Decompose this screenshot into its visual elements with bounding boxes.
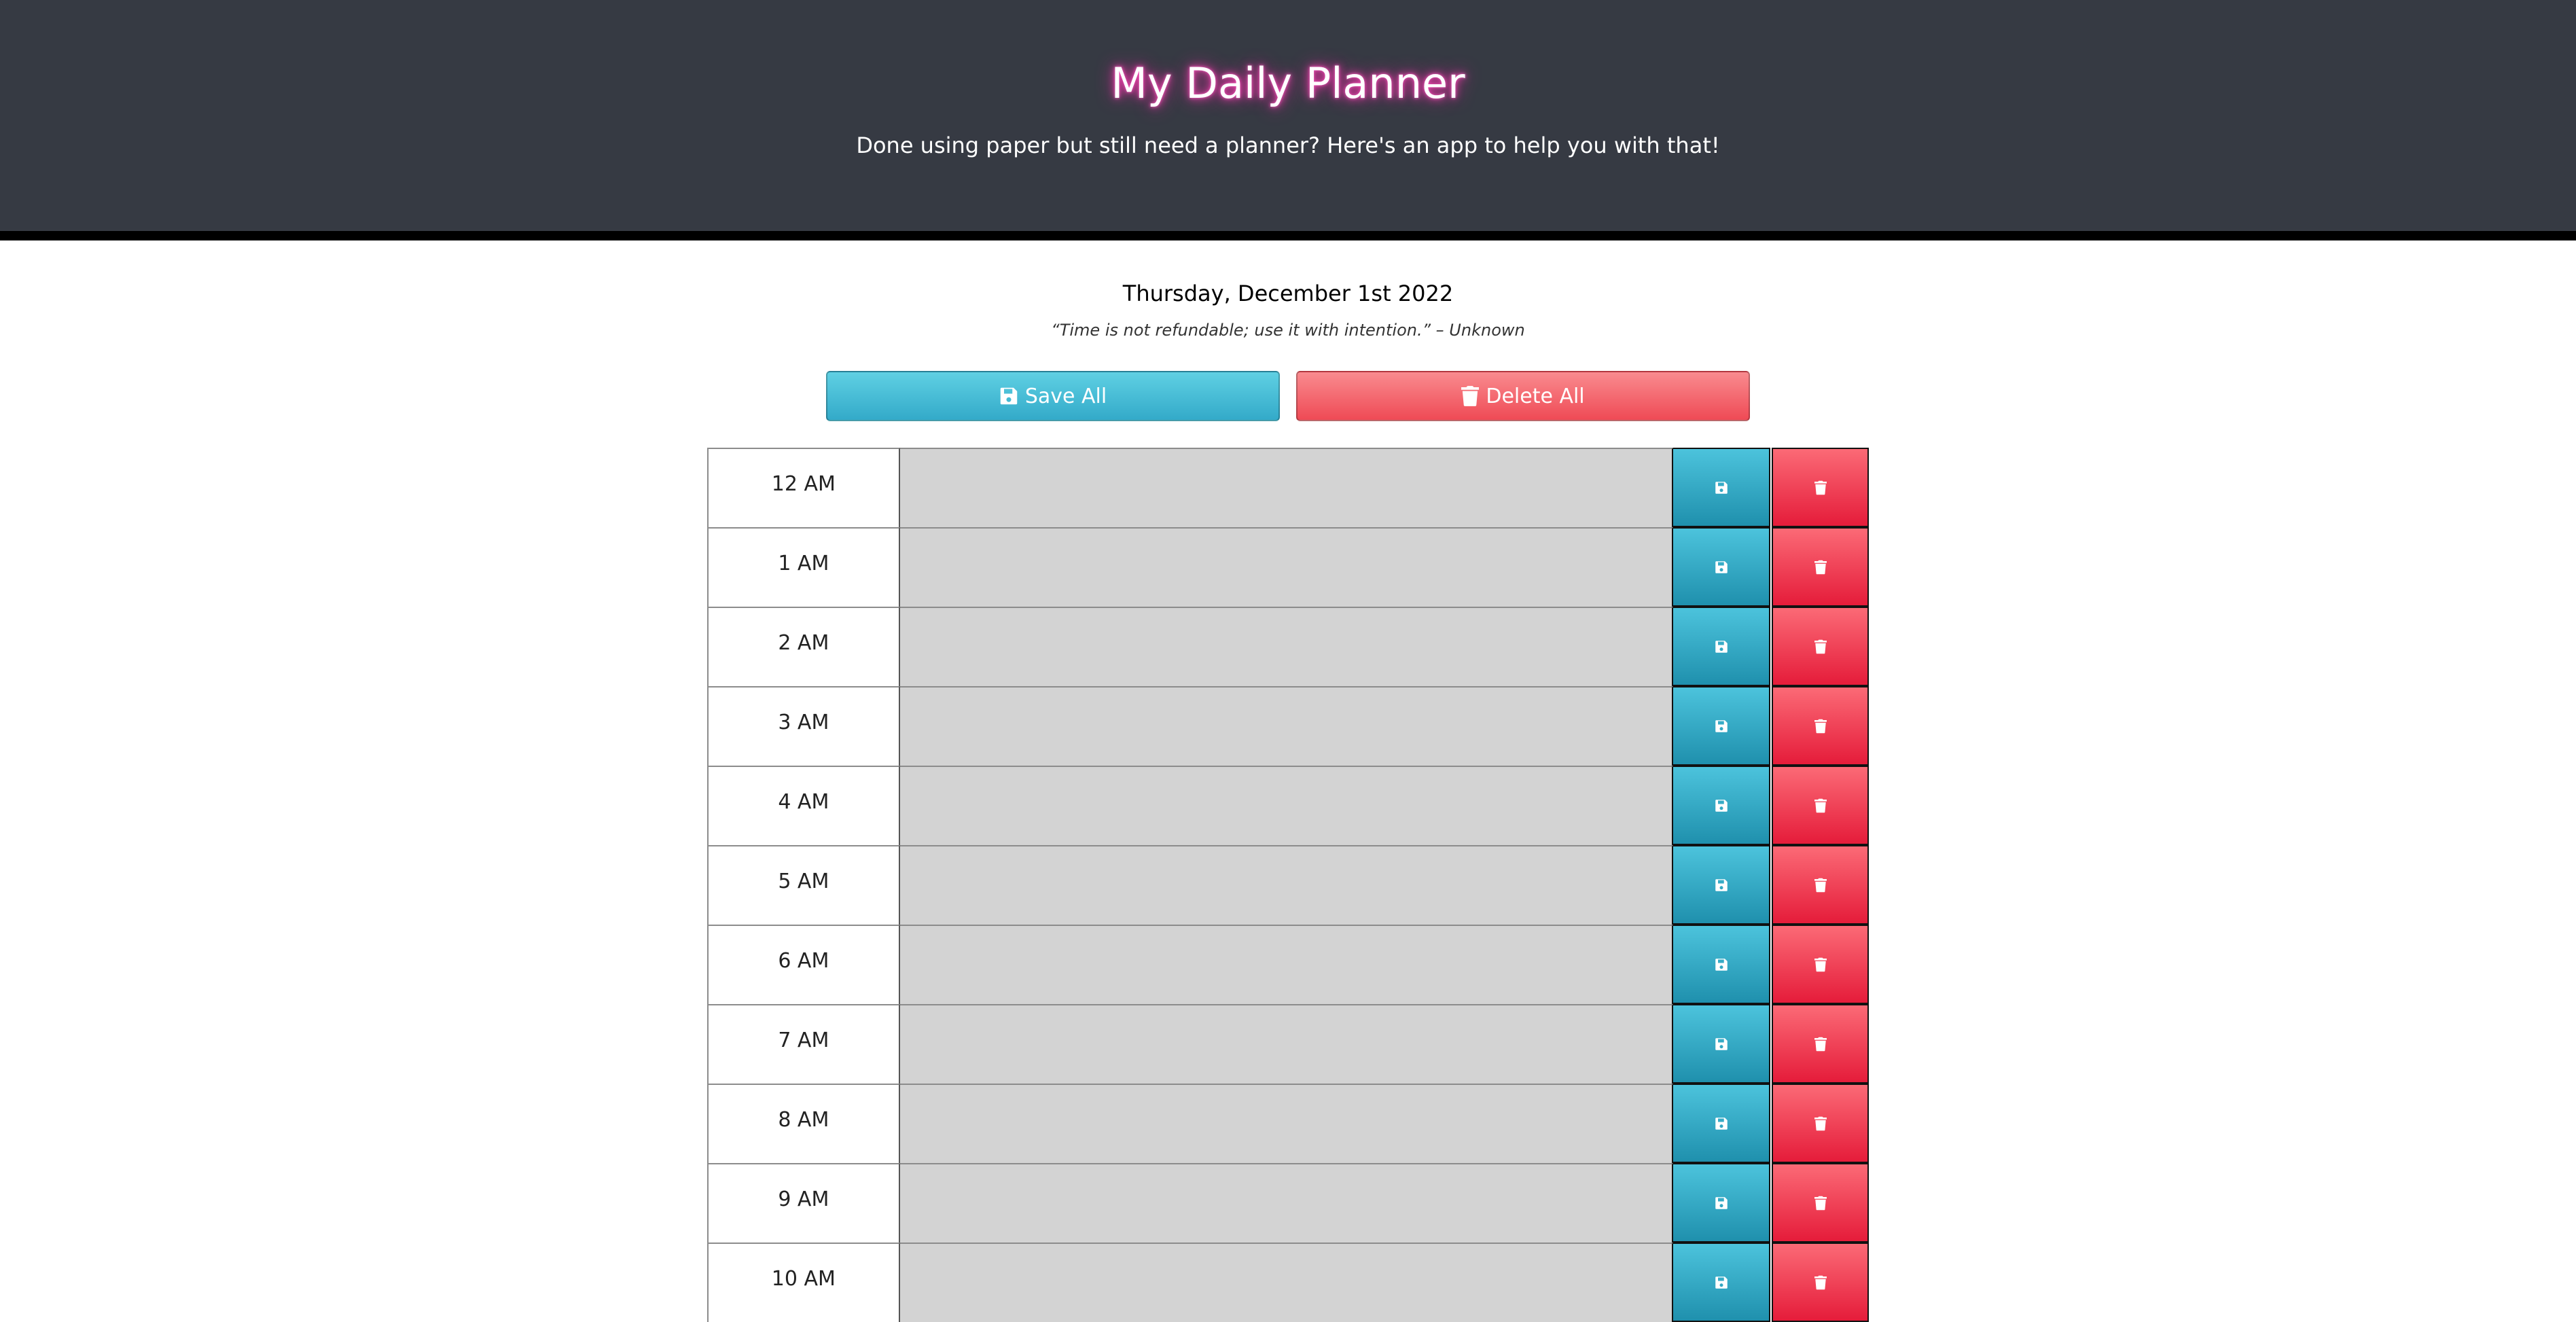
hour-label: 2 AM [707, 607, 900, 686]
hour-label: 7 AM [707, 1004, 900, 1084]
floppy-disk-icon [1715, 1276, 1728, 1289]
task-textarea[interactable] [899, 1243, 1674, 1322]
save-all-label: Save All [1024, 384, 1107, 408]
task-textarea[interactable] [899, 686, 1674, 766]
delete-row-button[interactable] [1772, 766, 1869, 845]
hour-label: 3 AM [707, 686, 900, 766]
trash-icon [1814, 1275, 1827, 1290]
current-date: Thursday, December 1st 2022 [1122, 281, 1454, 306]
hour-row: 5 AM [707, 845, 1869, 925]
task-textarea[interactable] [899, 527, 1674, 607]
delete-row-button[interactable] [1772, 1163, 1869, 1243]
trash-icon [1461, 386, 1486, 406]
trash-icon [1814, 1116, 1827, 1131]
hour-row: 2 AM [707, 607, 1869, 686]
delete-row-button[interactable] [1772, 607, 1869, 686]
hour-row: 7 AM [707, 1004, 1869, 1084]
save-row-button[interactable] [1673, 1243, 1771, 1322]
page-header: My Daily Planner Done using paper but st… [0, 0, 2576, 240]
hour-row: 4 AM [707, 766, 1869, 845]
page-subtitle: Done using paper but still need a planne… [856, 132, 1720, 158]
delete-all-button[interactable]: Delete All [1296, 371, 1750, 421]
delete-all-label: Delete All [1486, 384, 1585, 408]
save-row-button[interactable] [1673, 925, 1771, 1004]
hour-row: 10 AM [707, 1243, 1869, 1322]
floppy-disk-icon [1715, 958, 1728, 971]
hour-rows: 12 AM 1 AM 2 AM 3 AM 4 AM 5 AM 6 AM 7 AM 8 AM 9 A… [707, 448, 1869, 1322]
hour-row: 8 AM [707, 1084, 1869, 1163]
page-title: My Daily Planner [1111, 58, 1465, 108]
trash-icon [1814, 798, 1827, 813]
hour-label: 8 AM [707, 1084, 900, 1163]
hour-row: 6 AM [707, 925, 1869, 1004]
task-textarea[interactable] [899, 766, 1674, 845]
trash-icon [1814, 719, 1827, 734]
floppy-disk-icon [1715, 1037, 1728, 1051]
delete-row-button[interactable] [1772, 527, 1869, 607]
floppy-disk-icon [999, 387, 1025, 406]
hour-label: 9 AM [707, 1163, 900, 1243]
task-textarea[interactable] [899, 1163, 1674, 1243]
hour-row: 1 AM [707, 527, 1869, 607]
floppy-disk-icon [1715, 719, 1728, 733]
delete-row-button[interactable] [1772, 925, 1869, 1004]
task-textarea[interactable] [899, 607, 1674, 686]
floppy-disk-icon [1715, 1117, 1728, 1130]
floppy-disk-icon [1715, 560, 1728, 574]
hour-label: 4 AM [707, 766, 900, 845]
hour-row: 9 AM [707, 1163, 1869, 1243]
save-row-button[interactable] [1673, 448, 1771, 527]
hour-label: 6 AM [707, 925, 900, 1004]
save-all-button[interactable]: Save All [826, 371, 1280, 421]
save-row-button[interactable] [1673, 527, 1771, 607]
delete-row-button[interactable] [1772, 686, 1869, 766]
delete-row-button[interactable] [1772, 1243, 1869, 1322]
hour-label: 5 AM [707, 845, 900, 925]
save-row-button[interactable] [1673, 686, 1771, 766]
hour-row: 3 AM [707, 686, 1869, 766]
delete-row-button[interactable] [1772, 448, 1869, 527]
floppy-disk-icon [1715, 1196, 1728, 1210]
trash-icon [1814, 878, 1827, 893]
task-textarea[interactable] [899, 845, 1674, 925]
hour-row: 12 AM [707, 448, 1869, 527]
task-textarea[interactable] [899, 925, 1674, 1004]
daily-quote: “Time is not refundable; use it with int… [1051, 321, 1525, 340]
trash-icon [1814, 1037, 1827, 1052]
floppy-disk-icon [1715, 640, 1728, 654]
hour-label: 1 AM [707, 527, 900, 607]
save-row-button[interactable] [1673, 1004, 1771, 1084]
floppy-disk-icon [1715, 799, 1728, 812]
save-row-button[interactable] [1673, 1084, 1771, 1163]
task-textarea[interactable] [899, 448, 1674, 527]
save-row-button[interactable] [1673, 607, 1771, 686]
trash-icon [1814, 480, 1827, 495]
trash-icon [1814, 639, 1827, 654]
save-row-button[interactable] [1673, 845, 1771, 925]
hour-label: 12 AM [707, 448, 900, 527]
floppy-disk-icon [1715, 878, 1728, 892]
delete-row-button[interactable] [1772, 1084, 1869, 1163]
save-row-button[interactable] [1673, 766, 1771, 845]
hour-label: 10 AM [707, 1243, 900, 1322]
floppy-disk-icon [1715, 481, 1728, 495]
save-row-button[interactable] [1673, 1163, 1771, 1243]
trash-icon [1814, 1196, 1827, 1211]
task-textarea[interactable] [899, 1084, 1674, 1163]
trash-icon [1814, 560, 1827, 575]
delete-row-button[interactable] [1772, 1004, 1869, 1084]
delete-row-button[interactable] [1772, 845, 1869, 925]
task-textarea[interactable] [899, 1004, 1674, 1084]
trash-icon [1814, 957, 1827, 972]
